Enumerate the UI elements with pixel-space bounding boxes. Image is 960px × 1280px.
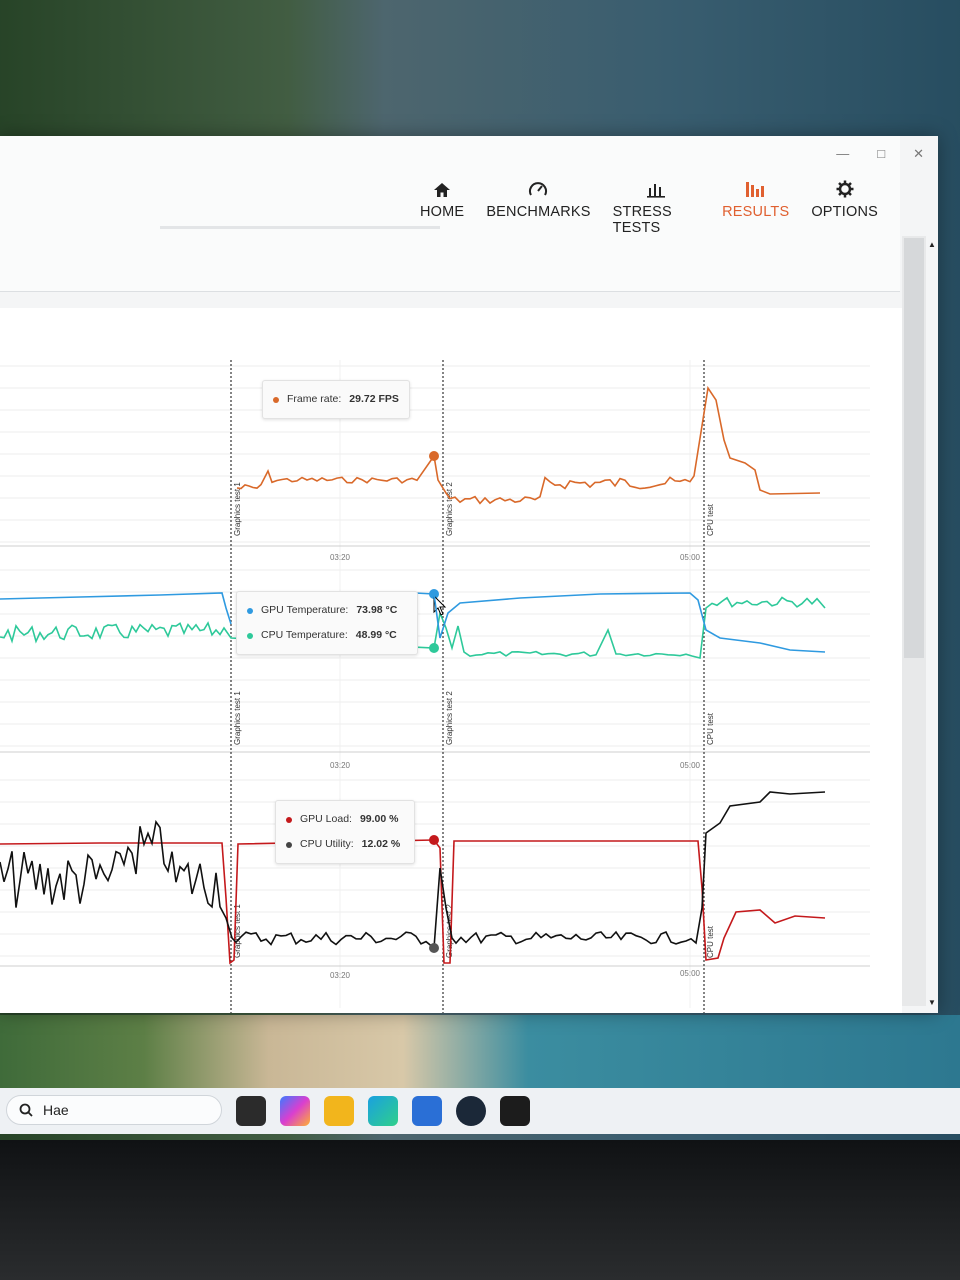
- monitor-bezel: [0, 1140, 960, 1280]
- nav-benchmarks[interactable]: BENCHMARKS: [486, 174, 590, 236]
- tooltip-value: 99.00 %: [359, 813, 399, 825]
- taskbar: Hae: [0, 1088, 960, 1134]
- tooltip-label: GPU Temperature:: [261, 604, 349, 616]
- app-window: HOME BENCHMARKS STRESS TESTS RESULTS OPT…: [0, 136, 938, 1013]
- nav-home[interactable]: HOME: [420, 174, 464, 236]
- tooltip-temperatures: GPU Temperature: 73.98 °C CPU Temperature…: [236, 591, 418, 655]
- legend-dot-gpu-load: [286, 816, 292, 823]
- taskbar-search[interactable]: Hae: [6, 1095, 222, 1125]
- tooltip-frame-rate: Frame rate: 29.72 FPS: [262, 380, 410, 419]
- hover-point-cpu-utility: [429, 943, 439, 953]
- hover-point-gpu-load: [429, 835, 439, 845]
- time-tick: 03:20: [330, 971, 351, 980]
- task-view-icon[interactable]: [236, 1096, 266, 1126]
- tooltip-label: CPU Utility:: [300, 838, 354, 850]
- legend-dot-gpu-temperature: [247, 607, 253, 614]
- maximize-icon[interactable]: □: [877, 146, 885, 162]
- label-graphics-test-2: Graphics test 2: [445, 482, 454, 536]
- hover-point-frame-rate: [429, 451, 439, 461]
- wallpaper-beach: [0, 1015, 960, 1090]
- nav-results[interactable]: RESULTS: [722, 174, 789, 236]
- nav-underline: [160, 226, 440, 229]
- label-graphics-test-1: Graphics test 1: [233, 482, 242, 536]
- top-navigation: HOME BENCHMARKS STRESS TESTS RESULTS OPT…: [0, 136, 900, 292]
- close-icon[interactable]: ✕: [913, 146, 924, 162]
- nav-benchmarks-label: BENCHMARKS: [486, 204, 591, 220]
- scroll-up-icon[interactable]: ▲: [928, 240, 936, 249]
- tooltip-value: 29.72 FPS: [349, 393, 399, 405]
- copilot-icon[interactable]: [280, 1096, 310, 1126]
- store-icon[interactable]: [412, 1096, 442, 1126]
- label-cpu-test: CPU test: [706, 503, 715, 536]
- tooltip-loads: GPU Load: 99.00 % CPU Utility: 12.02 %: [275, 800, 415, 864]
- legend-dot-cpu-temperature: [247, 632, 253, 639]
- label-cpu-test: CPU test: [706, 712, 715, 745]
- scrollbar-thumb[interactable]: [904, 238, 924, 658]
- series-gpu-temperature: [0, 592, 232, 625]
- tooltip-value: 48.99 °C: [355, 629, 397, 641]
- monitoring-charts: Graphics test 1 Graphics test 2 CPU test…: [0, 360, 870, 1013]
- nav-results-label: RESULTS: [722, 204, 790, 220]
- tooltip-label: GPU Load:: [300, 813, 352, 825]
- time-tick: 05:00: [680, 553, 701, 562]
- nav-home-label: HOME: [420, 204, 465, 220]
- search-text: Hae: [43, 1102, 69, 1118]
- label-graphics-test-1: Graphics test 1: [233, 691, 242, 745]
- results-icon: [745, 174, 767, 198]
- minimize-icon[interactable]: —: [836, 146, 849, 162]
- time-tick: 05:00: [680, 969, 701, 978]
- gauge-icon: [528, 174, 548, 198]
- hover-point-cpu-temperature: [429, 643, 439, 653]
- nav-options-label: OPTIONS: [811, 204, 878, 220]
- nav-menu: HOME BENCHMARKS STRESS TESTS RESULTS OPT…: [420, 174, 900, 236]
- steam-icon[interactable]: [456, 1096, 486, 1126]
- bar-chart-icon: [646, 174, 666, 198]
- search-icon: [19, 1103, 33, 1117]
- nav-stress-tests-label: STRESS TESTS: [612, 204, 672, 236]
- tooltip-value: 12.02 %: [361, 838, 401, 850]
- time-tick: 03:20: [330, 553, 351, 562]
- file-explorer-icon[interactable]: [324, 1096, 354, 1126]
- nav-stress-tests[interactable]: STRESS TESTS: [613, 174, 700, 236]
- time-tick: 05:00: [680, 761, 701, 770]
- 3dmark-icon[interactable]: [500, 1096, 530, 1126]
- results-chart-panel: Graphics test 1 Graphics test 2 CPU test…: [0, 308, 902, 1013]
- legend-dot-cpu-utility: [286, 841, 292, 848]
- gear-icon: [836, 174, 854, 198]
- home-icon: [433, 174, 451, 198]
- test-markers: [230, 360, 705, 1013]
- nav-options[interactable]: OPTIONS: [811, 174, 878, 236]
- taskbar-apps: [236, 1096, 530, 1126]
- scroll-down-icon[interactable]: ▼: [928, 998, 936, 1007]
- tooltip-value: 73.98 °C: [356, 604, 398, 616]
- tooltip-label: CPU Temperature:: [261, 629, 348, 641]
- tooltip-label: Frame rate:: [287, 393, 342, 405]
- legend-dot-frame-rate: [273, 396, 279, 403]
- label-graphics-test-2: Graphics test 2: [445, 691, 454, 745]
- edge-icon[interactable]: [368, 1096, 398, 1126]
- label-cpu-test: CPU test: [706, 925, 715, 958]
- window-controls: — □ ✕: [836, 146, 924, 162]
- time-tick: 03:20: [330, 761, 351, 770]
